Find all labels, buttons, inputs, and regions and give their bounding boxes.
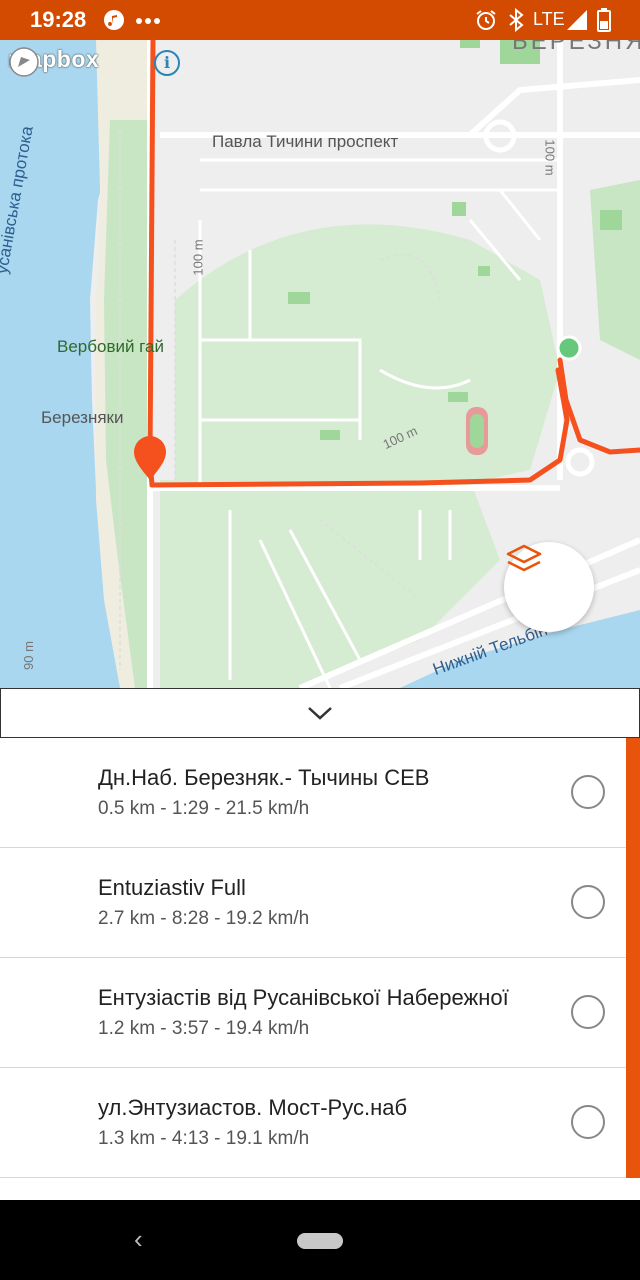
chevron-down-icon — [308, 707, 332, 720]
segment-accent-bar — [626, 738, 640, 848]
segment-radio[interactable] — [571, 995, 605, 1029]
collapse-list-button[interactable] — [0, 688, 640, 738]
route-map[interactable]: mapbox i Павла Тичини проспект Вербовий … — [0, 40, 640, 688]
signal-icon — [567, 10, 587, 30]
bluetooth-icon — [509, 8, 524, 32]
alarm-icon — [476, 10, 496, 30]
segment-radio[interactable] — [571, 1105, 605, 1139]
segment-list: Дн.Наб. Березняк.- Тычины СЕВ 0.5 km - 1… — [0, 738, 640, 1200]
status-bar: 19:28 LTE — [0, 0, 640, 40]
segment-name: Дн.Наб. Березняк.- Тычины СЕВ — [98, 765, 430, 790]
segment-accent-bar — [626, 848, 640, 958]
map-label-prospect: Павла Тичини проспект — [212, 132, 399, 151]
segment-name: Ентузіастів від Русанівської Набережної — [98, 985, 509, 1010]
mapbox-icon — [9, 47, 39, 77]
segment-row[interactable]: Entuziastiv Full 2.7 km - 8:28 - 19.2 km… — [0, 848, 640, 958]
map-label-district-top: БЕРЕЗНЯ — [512, 40, 640, 55]
map-scale-label: 100 m — [190, 239, 206, 276]
park-area — [175, 224, 560, 490]
segment-row[interactable]: Дн.Наб. Березняк.- Тычины СЕВ 0.5 km - 1… — [0, 738, 640, 848]
segment-row[interactable]: Ентузіастів від Русанівської Набережної … — [0, 958, 640, 1068]
segment-stats: 0.5 km - 1:29 - 21.5 km/h — [98, 798, 310, 819]
map-label-grove: Вербовий гай — [57, 337, 164, 356]
status-time: 19:28 — [30, 7, 87, 32]
segment-name: Entuziastiv Full — [98, 875, 246, 900]
layers-button[interactable] — [504, 542, 594, 632]
segment-name: ул.Энтузиастов. Мост-Рус.наб — [98, 1095, 408, 1120]
segment-stats: 1.2 km - 3:57 - 19.4 km/h — [98, 1018, 310, 1039]
back-icon[interactable]: ‹ — [134, 1224, 143, 1255]
segment-stats: 1.3 km - 4:13 - 19.1 km/h — [98, 1128, 310, 1149]
map-info-button[interactable]: i — [154, 50, 180, 76]
mapbox-logo[interactable]: mapbox — [8, 46, 99, 77]
segment-radio[interactable] — [571, 775, 605, 809]
start-marker — [556, 335, 582, 361]
map-scale-label: 90 m — [20, 641, 36, 670]
layers-icon — [506, 544, 542, 572]
map-scale-label: 100 m — [542, 139, 558, 176]
segment-radio[interactable] — [571, 885, 605, 919]
segment-accent-bar — [626, 1068, 640, 1178]
home-pill-button[interactable] — [297, 1233, 343, 1249]
music-icon — [104, 10, 124, 30]
map-label-district: Березняки — [41, 408, 124, 427]
segment-accent-bar — [626, 958, 640, 1068]
network-label: LTE — [533, 9, 565, 29]
segment-row[interactable]: ул.Энтузиастов. Мост-Рус.наб 1.3 km - 4:… — [0, 1068, 640, 1178]
segment-stats: 2.7 km - 8:28 - 19.2 km/h — [98, 908, 310, 929]
more-dots-icon — [136, 18, 160, 24]
battery-icon — [597, 8, 611, 32]
